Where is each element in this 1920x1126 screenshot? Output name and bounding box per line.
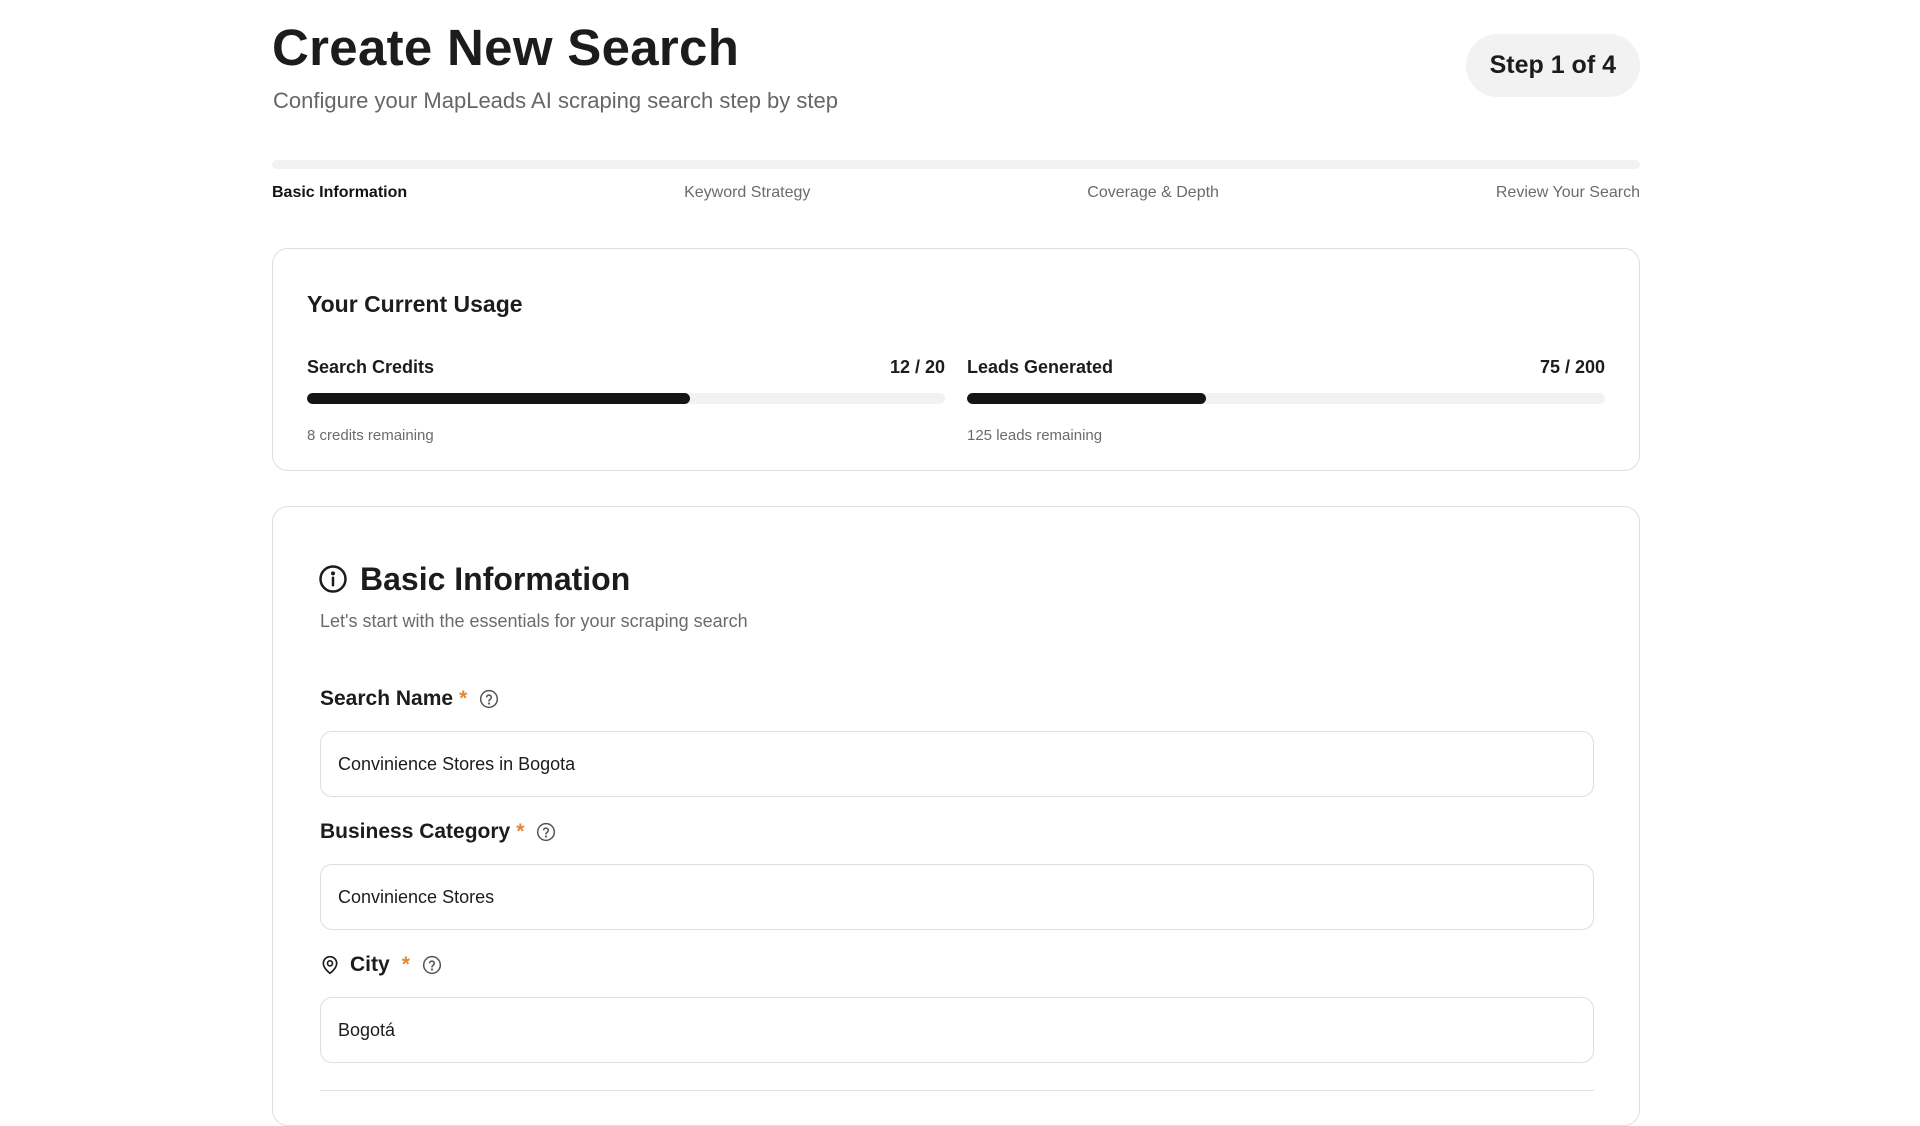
search-credits-meter: Search Credits 12 / 20 8 credits remaini… [307,357,945,447]
leads-generated-track [967,393,1605,404]
section-title: Basic Information [360,560,631,597]
city-label: City [350,953,390,976]
help-circle-icon[interactable] [422,955,442,975]
section-subtitle: Let's start with the essentials for your… [320,611,748,631]
required-mark: * [516,820,525,843]
search-name-label: Search Name [320,687,454,710]
step-keyword-strategy[interactable]: Keyword Strategy [684,184,810,208]
search-credits-track [307,393,945,404]
search-name-input[interactable] [320,731,1594,797]
required-mark: * [459,687,468,710]
city-input[interactable] [320,997,1594,1063]
leads-generated-meter: Leads Generated 75 / 200 125 leads remai… [967,357,1605,447]
page-subtitle: Configure your MapLeads AI scraping sear… [273,88,838,113]
leads-generated-fill [967,393,1207,404]
help-circle-icon[interactable] [536,822,556,842]
help-circle-icon[interactable] [479,689,499,709]
step-coverage-depth[interactable]: Coverage & Depth [1087,184,1219,208]
create-search-page: Create New Search Configure your MapLead… [272,0,1640,1126]
business-category-input[interactable] [320,864,1594,930]
leads-generated-label: Leads Generated [967,357,1114,377]
page-title: Create New Search [272,19,740,76]
basic-information-card: Basic Information Let's start with the e… [272,506,1640,1126]
stepper: Basic Information Keyword Strategy Cover… [272,184,1640,208]
search-credits-fill [307,393,690,404]
usage-card: Your Current Usage Search Credits 12 / 2… [272,248,1640,471]
map-pin-icon [320,954,340,976]
usage-title: Your Current Usage [307,291,523,317]
search-credits-count: 12 / 20 [889,357,945,377]
required-mark: * [401,953,410,976]
section-header: Basic Information [318,557,630,601]
business-category-label-row: Business Category * [320,818,556,846]
city-label-row: City * [320,951,442,979]
leads-generated-count: 75 / 200 [1539,357,1605,377]
search-credits-label: Search Credits [307,357,435,377]
search-name-label-row: Search Name * [320,685,499,713]
stepper-progress-track [272,160,1640,169]
page-header: Create New Search Configure your MapLead… [272,18,1640,128]
step-review-search[interactable]: Review Your Search [1496,184,1640,208]
business-category-label: Business Category [320,820,511,843]
search-credits-note: 8 credits remaining [307,427,434,444]
section-divider [320,1090,1594,1091]
step-badge: Step 1 of 4 [1465,34,1640,97]
leads-generated-note: 125 leads remaining [967,427,1103,444]
step-basic-information[interactable]: Basic Information [272,184,407,208]
info-circle-icon [318,564,348,594]
